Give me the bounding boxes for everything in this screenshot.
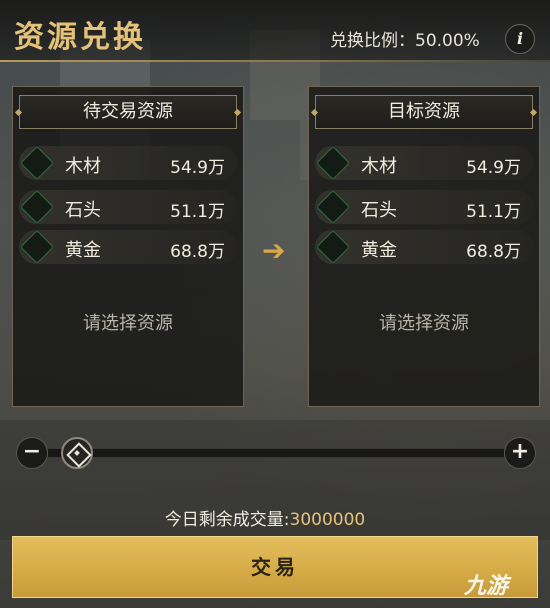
- resource-row-stone[interactable]: 石头 51.1万: [315, 190, 533, 224]
- select-resource-hint[interactable]: 请选择资源: [309, 309, 539, 335]
- panel-title: 待交易资源: [19, 95, 237, 129]
- resource-name: 黄金: [65, 240, 101, 261]
- info-icon[interactable]: i: [505, 24, 535, 54]
- resource-name: 石头: [65, 200, 101, 221]
- resource-amount: 54.9万: [170, 158, 225, 178]
- trade-button[interactable]: 交易: [12, 536, 538, 598]
- resource-slot-icon: [20, 230, 54, 264]
- resource-row-gold[interactable]: 黄金 68.8万: [19, 230, 237, 264]
- header-divider: [0, 60, 550, 62]
- slider-thumb-icon[interactable]: [61, 437, 93, 469]
- decrease-button[interactable]: −: [16, 437, 48, 469]
- resource-amount: 51.1万: [466, 202, 521, 222]
- target-resource-panel: 目标资源 木材 54.9万 石头 51.1万 黄金 68.8万 请选择资源: [308, 86, 540, 407]
- resource-amount: 54.9万: [466, 158, 521, 178]
- daily-remaining-volume: 今日剩余成交量:3000000: [0, 505, 530, 530]
- resource-amount: 68.8万: [466, 242, 521, 262]
- resource-slot-icon: [20, 146, 54, 180]
- resource-amount: 51.1万: [170, 202, 225, 222]
- resource-name: 木材: [65, 156, 101, 177]
- panel-title: 目标资源: [315, 95, 533, 129]
- watermark-logo: 九游: [464, 574, 509, 599]
- exchange-ratio: 兑换比例：50.00%: [330, 31, 480, 51]
- resource-amount: 68.8万: [170, 242, 225, 262]
- amount-slider-track[interactable]: [48, 448, 504, 458]
- arrow-right-icon: ➔: [262, 234, 286, 267]
- remaining-label: 今日剩余成交量:: [164, 510, 290, 530]
- resource-name: 黄金: [361, 240, 397, 261]
- resource-slot-icon: [316, 190, 350, 224]
- remaining-value: 3000000: [289, 510, 366, 530]
- resource-name: 石头: [361, 200, 397, 221]
- resource-row-stone[interactable]: 石头 51.1万: [19, 190, 237, 224]
- resource-name: 木材: [361, 156, 397, 177]
- header-bar: 资源兑换 兑换比例：50.00% i: [0, 0, 550, 62]
- resource-slot-icon: [20, 190, 54, 224]
- page-title: 资源兑换: [14, 20, 146, 55]
- increase-button[interactable]: +: [504, 437, 536, 469]
- resource-row-wood[interactable]: 木材 54.9万: [19, 146, 237, 180]
- resource-slot-icon: [316, 146, 350, 180]
- select-resource-hint[interactable]: 请选择资源: [13, 309, 243, 335]
- resource-slot-icon: [316, 230, 350, 264]
- source-resource-panel: 待交易资源 木材 54.9万 石头 51.1万 黄金 68.8万 请选择资源: [12, 86, 244, 407]
- resource-row-gold[interactable]: 黄金 68.8万: [315, 230, 533, 264]
- resource-row-wood[interactable]: 木材 54.9万: [315, 146, 533, 180]
